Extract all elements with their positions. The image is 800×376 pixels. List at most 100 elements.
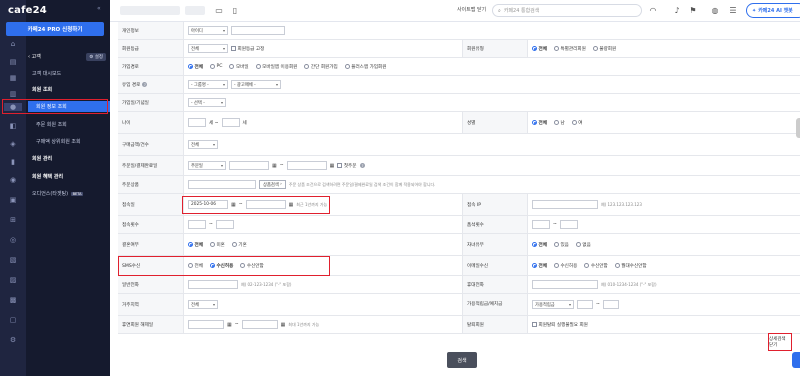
join-path-all-radio[interactable]: 전체 bbox=[188, 64, 203, 70]
email-allow-radio[interactable]: 수신허용 bbox=[553, 263, 577, 269]
design-icon[interactable]: ◧ bbox=[8, 122, 18, 130]
join-date-select[interactable]: - 선택 - ▾ bbox=[188, 98, 226, 107]
shop-icon[interactable]: ▨ bbox=[8, 276, 18, 284]
age-to-input[interactable] bbox=[221, 118, 240, 127]
home-icon[interactable]: ⌂ bbox=[8, 40, 18, 48]
pro-apply-button[interactable]: 카페24 PRO 신청하기 bbox=[6, 22, 104, 36]
marriage-married-radio[interactable]: 기혼 bbox=[231, 242, 247, 248]
purchase-select[interactable]: 전체 ▾ bbox=[188, 140, 218, 149]
search-input[interactable]: ⌕ 카페24 통합검색 bbox=[492, 4, 642, 17]
collapse-icon[interactable]: « bbox=[97, 5, 101, 12]
mileage-to[interactable] bbox=[602, 300, 619, 309]
floating-help-button[interactable] bbox=[792, 352, 800, 368]
sidebar-item-top-buyers[interactable]: 구매액 상위회원 조회 bbox=[28, 136, 110, 147]
sidebar-item-dashboard[interactable]: 고객 대시보드 bbox=[28, 68, 110, 79]
product-search-button[interactable]: 상품검색 › bbox=[259, 180, 286, 189]
age-from-input[interactable] bbox=[188, 118, 206, 127]
bell-icon[interactable]: ♪ bbox=[672, 5, 682, 15]
calendar-icon[interactable]: ▦ bbox=[227, 322, 232, 328]
sidebar-group-member-benefits[interactable]: 회원 혜택 관리 bbox=[28, 171, 110, 182]
sidebar-group-member-search[interactable]: 회원 조회 bbox=[28, 84, 110, 95]
member-info-select[interactable]: 아이디 ▾ bbox=[188, 26, 228, 35]
calendar-icon[interactable]: ▦ bbox=[330, 163, 335, 169]
promotion-icon[interactable]: ◈ bbox=[8, 140, 18, 148]
sidebar-item-order-member[interactable]: 주문 회원 조회 bbox=[28, 119, 110, 130]
inflow-group-select[interactable]: - 그룹명 - ▾ bbox=[188, 80, 228, 89]
first-order-checkbox[interactable]: 첫주문? bbox=[337, 163, 366, 169]
marriage-all-radio[interactable]: 전체 bbox=[188, 242, 203, 248]
visit-count-to[interactable] bbox=[559, 220, 578, 229]
join-path-pc-radio[interactable]: PC bbox=[209, 64, 222, 69]
grade-fixed-checkbox[interactable]: 회원등급 고정 bbox=[231, 46, 264, 52]
phone-input[interactable] bbox=[188, 280, 238, 289]
member-type-special-radio[interactable]: 특별관리회원 bbox=[553, 46, 586, 52]
join-path-plusapp-radio[interactable]: 플러스앱 가입회원 bbox=[344, 64, 387, 70]
gender-male-radio[interactable]: 남 bbox=[553, 120, 565, 126]
children-no-radio[interactable]: 없음 bbox=[575, 242, 591, 248]
order-icon[interactable]: ▤ bbox=[8, 58, 18, 66]
grade-select[interactable]: 전체 ▾ bbox=[188, 44, 228, 53]
sitemap-close-link[interactable]: 사이트맵 닫기 bbox=[457, 6, 486, 13]
join-path-mobile-radio[interactable]: 모바일 bbox=[229, 64, 249, 70]
scroll-handle[interactable] bbox=[796, 118, 800, 138]
email-deny-radio[interactable]: 수신안함 bbox=[584, 263, 608, 269]
address-select[interactable]: 전체 ▾ bbox=[188, 300, 218, 309]
wallet-icon[interactable]: ▩ bbox=[8, 296, 18, 304]
board-icon[interactable]: ▥ bbox=[8, 90, 18, 98]
order-date-to[interactable] bbox=[286, 161, 327, 170]
product-input[interactable] bbox=[188, 180, 256, 189]
sidebar-group-member-manage[interactable]: 회원 관리 bbox=[28, 153, 110, 164]
calendar-icon[interactable]: ▦ bbox=[272, 163, 277, 169]
access-count-to[interactable] bbox=[215, 220, 234, 229]
children-yes-radio[interactable]: 있음 bbox=[553, 242, 569, 248]
member-type-bad-radio[interactable]: 불량회원 bbox=[592, 46, 616, 52]
mobile-input[interactable] bbox=[532, 280, 598, 289]
monitor-icon[interactable]: ▭ bbox=[214, 5, 224, 15]
mobile-icon[interactable]: ▯ bbox=[230, 5, 240, 15]
shop-selector[interactable] bbox=[120, 6, 180, 15]
gender-all-radio[interactable]: 전체 bbox=[532, 120, 547, 126]
search-button[interactable]: 검색 bbox=[447, 352, 477, 368]
calendar-icon[interactable]: ▦ bbox=[281, 322, 286, 328]
help-icon[interactable]: ? bbox=[360, 163, 366, 168]
visit-count-from[interactable] bbox=[532, 220, 550, 229]
gender-female-radio[interactable]: 여 bbox=[571, 120, 582, 126]
order-date-select[interactable]: 주문일 ▾ bbox=[188, 161, 226, 170]
flag-icon[interactable]: ⚑ bbox=[688, 5, 698, 15]
user-icon[interactable]: ◍ bbox=[710, 5, 720, 15]
detail-search-toggle[interactable]: 상세검색 닫기 bbox=[768, 333, 792, 351]
order-date-from[interactable] bbox=[229, 161, 269, 170]
gift-icon[interactable]: ▢ bbox=[8, 316, 18, 324]
member-info-input[interactable] bbox=[231, 26, 285, 35]
ai-chatbot-button[interactable]: ✦ 카페24 AI 챗봇 bbox=[746, 3, 800, 18]
marriage-single-radio[interactable]: 미혼 bbox=[209, 242, 225, 248]
product-icon[interactable]: ▦ bbox=[8, 74, 18, 82]
headset-icon[interactable]: ◠ bbox=[648, 5, 658, 15]
help-icon[interactable]: ? bbox=[142, 82, 148, 87]
member-type-all-radio[interactable]: 전체 bbox=[532, 46, 547, 52]
children-all-radio[interactable]: 전체 bbox=[532, 242, 547, 248]
inflow-media-select[interactable]: - 광고매체 - ▾ bbox=[231, 80, 281, 89]
shop-selector-arrow[interactable] bbox=[185, 6, 205, 15]
plus-icon[interactable]: ⊞ bbox=[8, 216, 18, 224]
store-icon[interactable]: ◉ bbox=[8, 176, 18, 184]
access-ip-input[interactable] bbox=[532, 200, 598, 209]
join-path-simple-radio[interactable]: 간단 회원가입 bbox=[304, 64, 338, 70]
sidebar-item-audience[interactable]: 오디언스(타겟팅) BETA bbox=[28, 188, 110, 199]
mileage-from[interactable] bbox=[577, 300, 593, 309]
email-all-radio[interactable]: 전체 bbox=[532, 263, 547, 269]
join-path-app-radio[interactable]: 모바일앱 이용회원 bbox=[255, 64, 297, 70]
settings-icon[interactable]: ⚙ bbox=[8, 336, 18, 344]
menu-icon[interactable]: ☰ bbox=[728, 5, 738, 15]
market-icon[interactable]: ▧ bbox=[8, 256, 18, 264]
dormant-from[interactable] bbox=[188, 320, 224, 329]
settings-button[interactable]: ⚙ 설정 bbox=[86, 52, 106, 61]
dormant-to[interactable] bbox=[241, 320, 278, 329]
email-ad-deny-radio[interactable]: 월대수신안함 bbox=[614, 263, 647, 269]
stats-icon[interactable]: ▮ bbox=[8, 158, 18, 166]
apps-icon[interactable]: ▣ bbox=[8, 196, 18, 204]
channel-icon[interactable]: ◎ bbox=[8, 236, 18, 244]
withdrawn-checkbox[interactable]: 회원탈퇴 실행불필요 회원 bbox=[532, 322, 588, 328]
mileage-select[interactable]: 가용적립금 ▾ bbox=[532, 300, 574, 309]
access-count-from[interactable] bbox=[188, 220, 206, 229]
